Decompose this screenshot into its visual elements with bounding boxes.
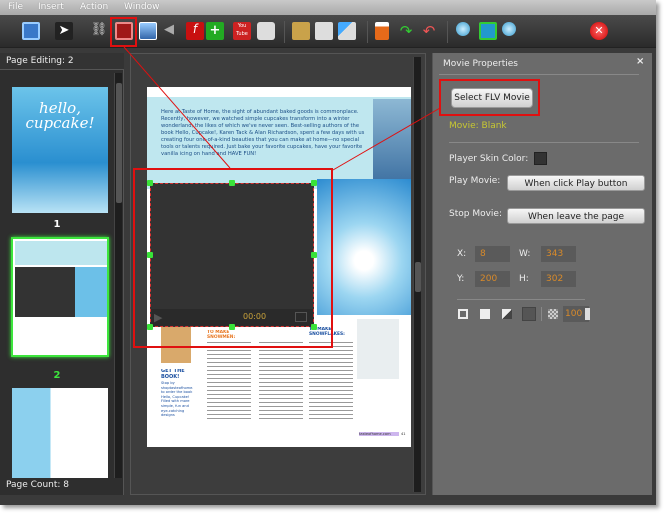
callout-line (332, 107, 441, 171)
callout-lines (123, 46, 441, 171)
callout-line (123, 46, 231, 169)
